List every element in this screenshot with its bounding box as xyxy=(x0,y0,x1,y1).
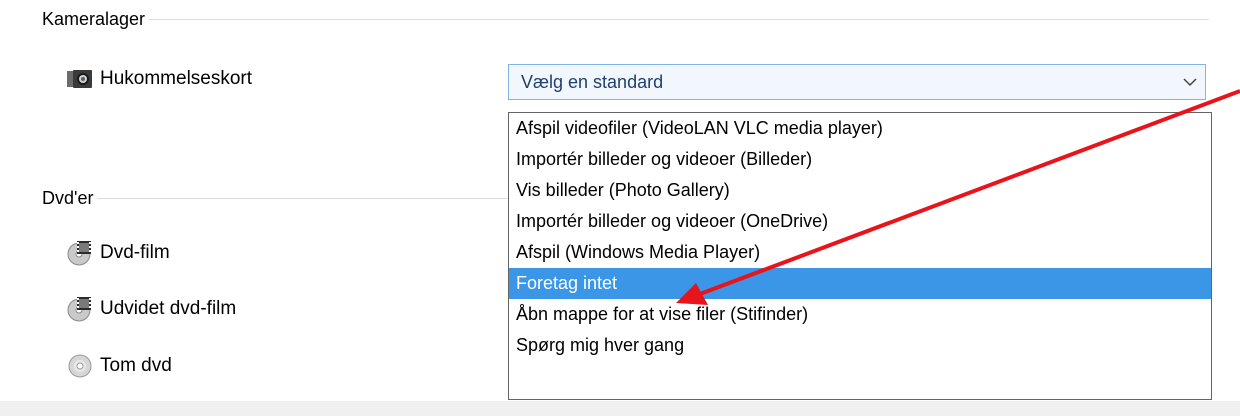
dropdown-option[interactable]: Åbn mappe for at vise filer (Stifinder) xyxy=(509,299,1211,330)
blank-disc-icon xyxy=(66,352,94,380)
default-action-dropdown-list[interactable]: Afspil videofiler (VideoLAN VLC media pl… xyxy=(508,112,1212,400)
combobox-value: Vælg en standard xyxy=(521,71,664,92)
camera-storage-group-header: Kameralager xyxy=(42,9,1210,30)
divider xyxy=(149,19,1210,20)
bottom-bar xyxy=(0,401,1240,416)
enhanced-dvd-movie-label: Udvidet dvd-film xyxy=(100,298,237,319)
dvd-movie-icon xyxy=(66,239,94,267)
dvd-movie-row: Dvd-film xyxy=(66,238,170,268)
dropdown-option[interactable]: Spørg mig hver gang xyxy=(509,330,1211,361)
enhanced-dvd-movie-row: Udvidet dvd-film xyxy=(66,294,236,324)
memory-card-icon xyxy=(66,65,94,93)
dropdown-option[interactable]: Vis billeder (Photo Gallery) xyxy=(509,175,1211,206)
group-title: Dvd'er xyxy=(42,188,94,208)
blank-dvd-row: Tom dvd xyxy=(66,351,172,381)
memory-card-label: Hukommelseskort xyxy=(100,68,253,89)
dropdown-option-selected[interactable]: Foretag intet xyxy=(509,268,1211,299)
dvd-movie-icon xyxy=(66,295,94,323)
dropdown-option[interactable]: Afspil (Windows Media Player) xyxy=(509,237,1211,268)
dropdown-option[interactable]: Afspil videofiler (VideoLAN VLC media pl… xyxy=(509,113,1211,144)
group-title: Kameralager xyxy=(42,9,146,29)
default-action-combobox[interactable]: Vælg en standard xyxy=(508,64,1206,100)
dvd-movie-label: Dvd-film xyxy=(100,242,170,263)
memory-card-row: Hukommelseskort xyxy=(66,64,252,94)
chevron-down-icon[interactable] xyxy=(1175,77,1205,87)
dropdown-option[interactable]: Importér billeder og videoer (OneDrive) xyxy=(509,206,1211,237)
blank-dvd-label: Tom dvd xyxy=(100,355,172,376)
dropdown-option[interactable]: Importér billeder og videoer (Billeder) xyxy=(509,144,1211,175)
